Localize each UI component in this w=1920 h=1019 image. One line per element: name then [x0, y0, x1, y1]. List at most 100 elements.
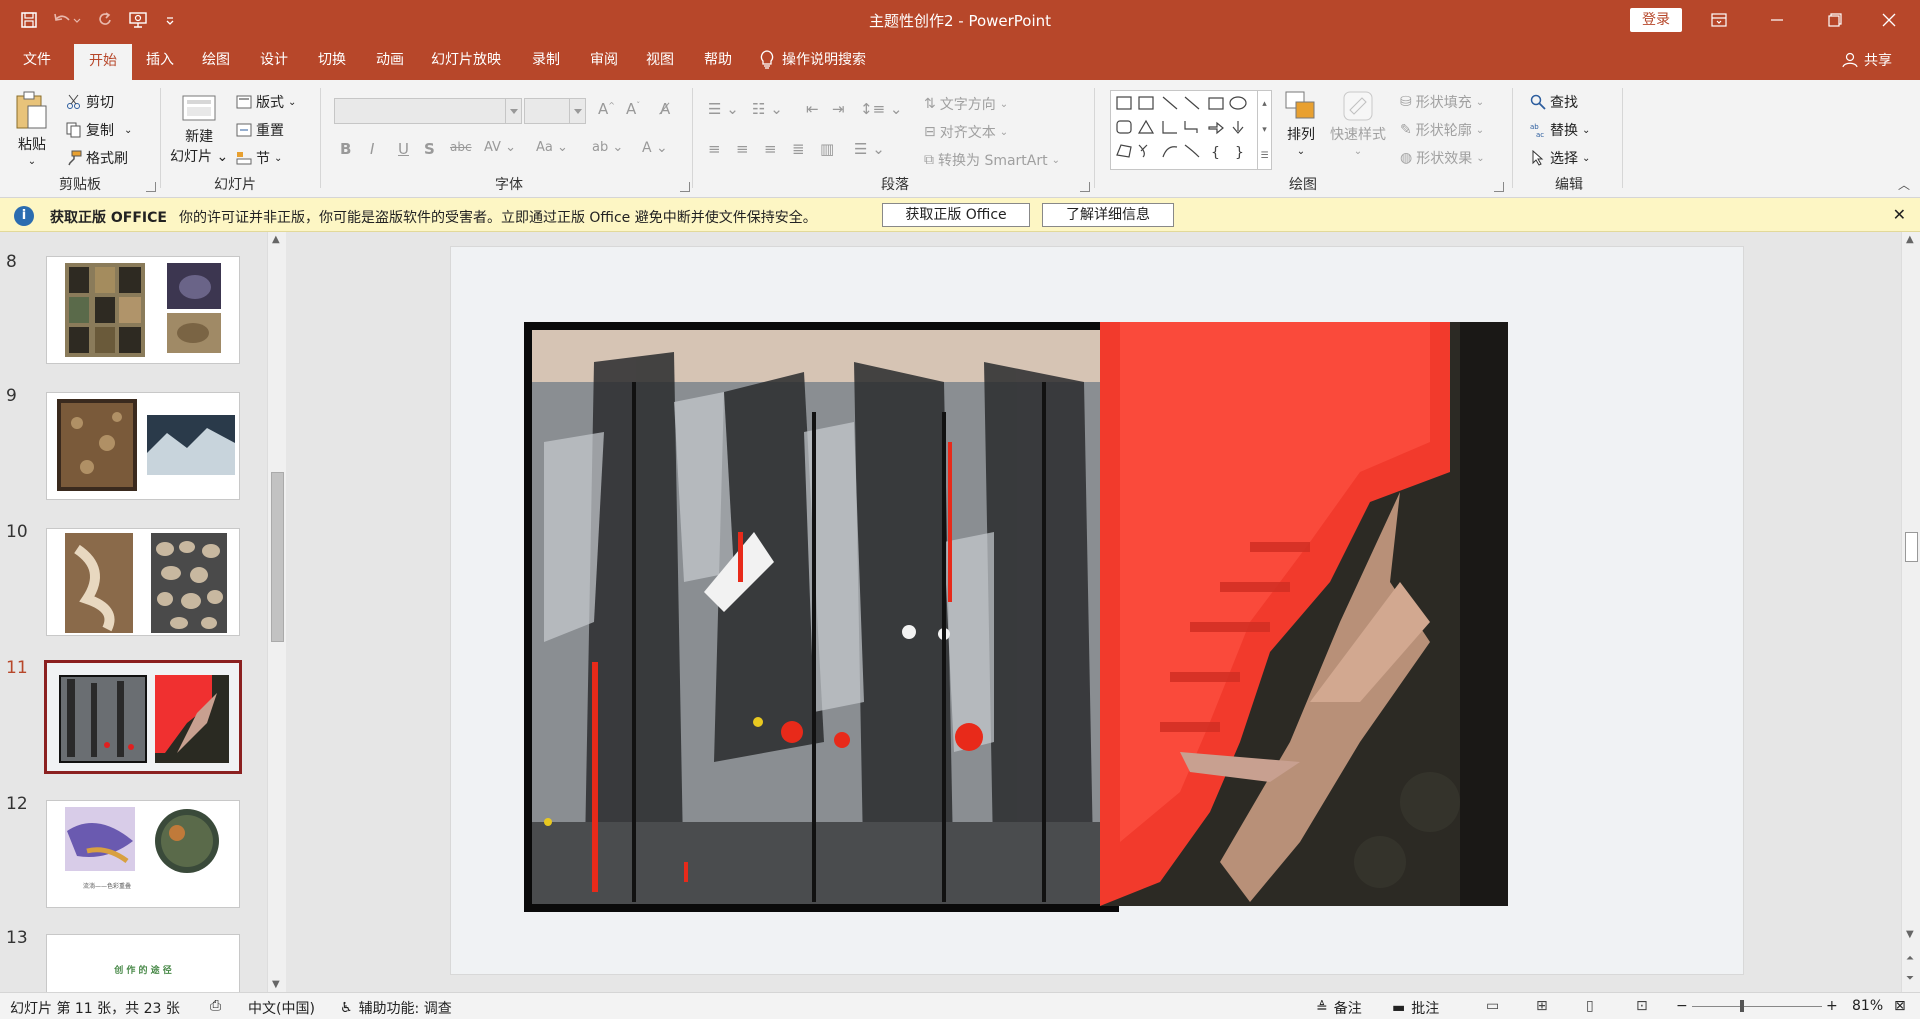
find-button[interactable]: 查找	[1530, 92, 1578, 112]
thumbnail-scroll-thumb[interactable]	[271, 472, 284, 642]
notes-button[interactable]: ≜ 备注	[1316, 998, 1362, 1018]
zoom-slider-thumb[interactable]	[1740, 1000, 1744, 1012]
slide-thumbnail-12[interactable]: 流淌——色彩重叠	[46, 800, 240, 908]
align-left-icon[interactable]: ≡	[708, 140, 721, 158]
minimize-icon[interactable]	[1752, 0, 1802, 40]
numbering-icon[interactable]: ☷ ⌄	[752, 100, 783, 118]
paste-button[interactable]: 粘贴 ⌄	[14, 90, 50, 167]
close-icon[interactable]	[1864, 0, 1914, 40]
copy-button[interactable]: 复制 ⌄	[66, 120, 132, 140]
reset-button[interactable]: 重置	[236, 120, 284, 140]
close-notification-icon[interactable]: ✕	[1893, 205, 1906, 224]
justify-icon[interactable]: ≣	[792, 140, 805, 158]
decrease-indent-icon[interactable]: ⇤	[806, 100, 819, 118]
font-size-box[interactable]	[524, 98, 586, 124]
language-indicator[interactable]: 中文(中国)	[248, 998, 315, 1018]
share-button[interactable]: 共享	[1842, 40, 1892, 80]
slideshow-icon[interactable]: ⊡	[1636, 998, 1648, 1014]
shrink-font-icon[interactable]: Aˇ	[626, 100, 640, 118]
previous-slide-icon[interactable]: ⏶	[1906, 953, 1914, 964]
shapes-gallery[interactable]: {} ▴ ▾ ☰	[1110, 90, 1272, 170]
tab-transitions[interactable]: 切换	[308, 40, 356, 80]
collapse-ribbon-icon[interactable]: ︿	[1898, 176, 1910, 193]
align-right-icon[interactable]: ≡	[764, 140, 777, 158]
layout-button[interactable]: 版式 ⌄	[236, 92, 296, 112]
strikethrough-icon[interactable]: abc	[450, 140, 472, 154]
arrange-button[interactable]: 排列 ⌄	[1284, 90, 1318, 157]
thumbnail-scrollbar[interactable]: ▲ ▼	[267, 232, 286, 992]
save-icon[interactable]	[20, 8, 38, 32]
editor-scrollbar[interactable]: ▲ ▼ ⏶ ⏷	[1901, 232, 1920, 992]
shape-fill-button[interactable]: ⛁ 形状填充 ⌄	[1400, 92, 1484, 112]
char-spacing-icon[interactable]: AV ⌄	[484, 140, 516, 155]
section-button[interactable]: 节 ⌄	[236, 148, 282, 168]
text-direction-button[interactable]: ⇅ 文字方向 ⌄	[924, 94, 1008, 114]
tab-view[interactable]: 视图	[636, 40, 684, 80]
slide-thumbnail-13[interactable]: 创 作 的 途 径	[46, 934, 240, 994]
slide-thumbnail-8[interactable]	[46, 256, 240, 364]
change-case-icon[interactable]: Aa ⌄	[536, 140, 568, 155]
clipboard-launcher[interactable]	[146, 182, 156, 192]
tab-review[interactable]: 审阅	[580, 40, 628, 80]
tab-home[interactable]: 开始	[74, 44, 132, 80]
tab-file[interactable]: 文件	[14, 40, 60, 80]
fit-to-window-icon[interactable]: ⊠	[1894, 998, 1906, 1014]
zoom-in-icon[interactable]: +	[1826, 998, 1838, 1014]
font-family-box[interactable]	[334, 98, 522, 124]
slide-sorter-icon[interactable]: ⊞	[1536, 998, 1548, 1014]
login-button[interactable]: 登录	[1630, 8, 1682, 32]
select-button[interactable]: 选择 ⌄	[1530, 148, 1590, 168]
zoom-out-icon[interactable]: −	[1676, 998, 1688, 1014]
bullets-icon[interactable]: ☰ ⌄	[708, 100, 739, 118]
abstract-painting-red[interactable]	[1100, 322, 1508, 906]
tab-draw[interactable]: 绘图	[192, 40, 240, 80]
spelling-icon[interactable]: ⎙	[210, 998, 221, 1014]
restore-icon[interactable]	[1810, 0, 1860, 40]
comments-button[interactable]: ▬ 批注	[1392, 998, 1439, 1018]
slide-thumbnail-9[interactable]	[46, 392, 240, 500]
shape-outline-button[interactable]: ✎ 形状轮廓 ⌄	[1400, 120, 1484, 140]
font-color-icon[interactable]: A ⌄	[642, 140, 668, 156]
shape-effects-button[interactable]: ◍ 形状效果 ⌄	[1400, 148, 1485, 168]
normal-view-icon[interactable]: ▭	[1486, 998, 1499, 1014]
accessibility-button[interactable]: ♿ 辅助功能: 调查	[340, 998, 452, 1018]
tab-record[interactable]: 录制	[522, 40, 570, 80]
shadow-icon[interactable]: S	[424, 140, 435, 158]
align-center-icon[interactable]: ≡	[736, 140, 749, 158]
scroll-down-icon[interactable]: ▼	[272, 979, 280, 990]
tab-slideshow[interactable]: 幻灯片放映	[424, 40, 508, 80]
align-text-button[interactable]: ⊟ 对齐文本 ⌄	[924, 122, 1008, 142]
paragraph-launcher[interactable]	[1080, 182, 1090, 192]
get-genuine-office-button[interactable]: 获取正版 Office	[882, 203, 1030, 227]
tab-help[interactable]: 帮助	[694, 40, 742, 80]
tab-insert[interactable]: 插入	[136, 40, 184, 80]
slide-thumbnail-11[interactable]	[44, 660, 242, 774]
slide-thumbnail-10[interactable]	[46, 528, 240, 636]
quick-styles-button[interactable]: 快速样式 ⌄	[1330, 90, 1386, 157]
highlight-icon[interactable]: ab ⌄	[592, 140, 623, 155]
format-painter-button[interactable]: 格式刷	[66, 148, 128, 168]
scroll-down-icon[interactable]: ▼	[1906, 929, 1914, 940]
font-launcher[interactable]	[680, 182, 690, 192]
abstract-painting-gray[interactable]	[524, 322, 1119, 912]
ribbon-display-icon[interactable]	[1694, 0, 1744, 40]
replace-button[interactable]: ab ac 替换 ⌄	[1530, 120, 1590, 140]
editor-scroll-thumb[interactable]	[1905, 532, 1918, 562]
present-icon[interactable]	[128, 8, 150, 32]
line-spacing-icon[interactable]: ↕≡ ⌄	[860, 100, 902, 118]
current-slide[interactable]	[450, 246, 1744, 975]
tell-me-search[interactable]: 操作说明搜索	[760, 40, 866, 80]
reading-view-icon[interactable]: ▯	[1586, 998, 1594, 1014]
tab-animations[interactable]: 动画	[366, 40, 414, 80]
increase-indent-icon[interactable]: ⇥	[832, 100, 845, 118]
new-slide-button[interactable]: 新建 幻灯片 ⌄	[170, 92, 228, 166]
redo-icon[interactable]	[96, 8, 114, 32]
undo-icon[interactable]	[52, 8, 82, 32]
learn-more-button[interactable]: 了解详细信息	[1042, 203, 1174, 227]
grow-font-icon[interactable]: A^	[598, 100, 615, 118]
underline-icon[interactable]: U	[398, 140, 409, 158]
tab-design[interactable]: 设计	[250, 40, 298, 80]
next-slide-icon[interactable]: ⏷	[1906, 973, 1914, 984]
cut-button[interactable]: 剪切	[66, 92, 114, 112]
italic-icon[interactable]: I	[370, 140, 374, 158]
